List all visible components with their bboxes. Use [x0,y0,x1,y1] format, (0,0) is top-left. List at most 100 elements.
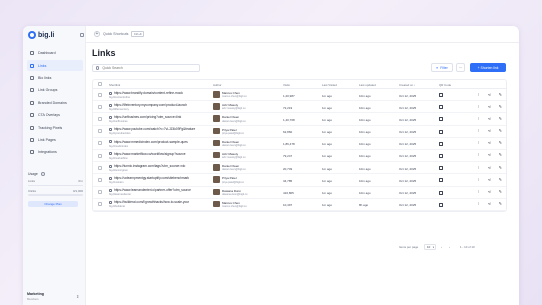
analytics-icon[interactable]: ⫶ [476,177,481,183]
edit-icon[interactable]: ✎ [498,153,503,158]
qr-code-icon[interactable] [439,153,443,158]
qr-code-icon[interactable] [439,105,443,110]
share-icon[interactable]: ⋖ [487,104,492,110]
edit-icon[interactable]: ✎ [498,202,503,207]
share-icon[interactable]: ⋖ [487,116,492,122]
short-url[interactable]: big.li/builderai [109,205,125,208]
table-row[interactable]: https://www.marketflow.co/workflow/signu… [93,150,506,163]
header-last-visited[interactable]: Last Visited [322,83,352,87]
analytics-icon[interactable]: ⫶ [476,165,481,171]
analytics-icon[interactable]: ⫶ [476,116,481,122]
sidebar-item-dashboard[interactable]: Dashboard [27,48,83,58]
short-url[interactable]: big.li/youtubevideo [109,132,131,135]
header-created[interactable]: Created at ↓ [399,83,431,87]
shortlink-cell[interactable]: https://www.marketflow.co/workflow/signu… [109,150,209,162]
shortlink-cell[interactable]: https://uxlearnpmentgy.startuptify.com/s… [109,174,209,186]
row-checkbox[interactable] [98,165,102,170]
row-checkbox[interactable] [98,153,102,158]
table-row[interactable]: https://www.youtube.com/watch?v=7vLJZ4k0… [93,126,506,138]
short-url[interactable]: big.li/unfbusines [109,120,128,123]
more-options-button[interactable]: ⋯ [456,63,465,72]
short-url[interactable]: big.li/medicindex [109,145,128,148]
workspace-switcher[interactable]: Marketing Members [27,292,44,301]
table-row[interactable]: https://lifeinventory.mycompany.com/prod… [93,101,506,114]
rows-per-page-select[interactable]: 10 [424,243,436,250]
share-icon[interactable]: ⋖ [487,165,492,171]
sidebar-item-bio-links[interactable]: Bio links [27,73,83,83]
row-checkbox[interactable] [98,190,102,195]
share-icon[interactable]: ⋖ [487,92,492,98]
short-url[interactable]: big.li/marketflow [109,157,128,160]
qr-code-icon[interactable] [439,178,443,183]
share-icon[interactable]: ⋖ [487,129,492,134]
long-url[interactable]: https://www.learnandenter.io/partner-off… [114,188,209,192]
analytics-icon[interactable]: ⫶ [476,202,481,207]
sidebar-item-cta-overlays[interactable]: CTA Overlays [27,110,83,120]
sidebar-item-link-groups[interactable]: Link Groups [27,85,83,95]
shortlink-cell[interactable]: https://unfbusines.com/pricing?utm_sourc… [109,113,209,125]
edit-icon[interactable]: ✎ [498,165,503,171]
qr-code-icon[interactable] [439,166,443,171]
qr-code-icon[interactable] [439,141,443,146]
table-row[interactable]: https://uxlearnpmentgy.startuptify.com/s… [93,174,506,187]
sidebar-collapse-icon[interactable] [80,33,84,37]
long-url[interactable]: https://uxlearnpmentgy.startuptify.com/s… [114,176,209,180]
analytics-icon[interactable]: ⫶ [476,104,481,110]
logo[interactable]: big.li [28,31,54,39]
share-icon[interactable]: ⋖ [487,141,492,146]
qr-code-icon[interactable] [439,117,443,122]
share-icon[interactable]: ⋖ [487,189,492,195]
edit-icon[interactable]: ✎ [498,116,503,122]
long-url[interactable]: https://www.youtube.com/watch?v=7vLJZ4k0… [114,127,209,131]
shorten-link-button[interactable]: + Shorten link [470,63,506,72]
header-shortlink[interactable]: Shortlink [109,83,209,87]
filter-button[interactable]: ≡ Filter [431,63,453,72]
shortlink-cell[interactable]: https://lifeinventory.mycompany.com/prod… [109,101,209,113]
long-url[interactable]: https://unfbusines.com/pricing?utm_sourc… [114,115,209,119]
prev-page-icon[interactable]: ‹ [441,245,442,249]
table-row[interactable]: https://unfbusines.com/pricing?utm_sourc… [93,113,506,126]
analytics-icon[interactable]: ⫶ [476,189,481,195]
shortlink-cell[interactable]: https://tunnic.instagram.com/tags?utm_so… [109,162,209,174]
short-url[interactable]: big.li/learnandenter [109,193,131,196]
qr-code-icon[interactable] [439,129,443,134]
long-url[interactable]: https://lifeinventory.mycompany.com/prod… [114,103,209,107]
change-plan-button[interactable]: Change Plan [28,200,78,207]
edit-icon[interactable]: ✎ [498,104,503,110]
shortlink-cell[interactable]: https://www.brandify.domain/content-refi… [109,89,209,101]
chevron-updown-icon[interactable]: ⇕ [76,294,79,299]
shortlink-cell[interactable]: https://www.youtube.com/watch?v=7vLJZ4k0… [109,126,209,138]
table-row[interactable]: https://tunnic.instagram.com/tags?utm_so… [93,162,506,175]
sidebar-item-tracking-pixels[interactable]: Tracking Pixels [27,122,83,132]
quick-shortcuts[interactable]: + Quick Shortcuts Ctrl+K [94,31,145,37]
qr-code-icon[interactable] [439,93,443,97]
sidebar-item-link-pages[interactable]: Link Pages [27,135,83,145]
table-row[interactable]: https://builderai.com/l/growthhacks/how-… [93,199,506,211]
row-checkbox[interactable] [98,202,102,207]
table-row[interactable]: https://www.brandify.domain/content-refi… [93,89,506,102]
shortlink-cell[interactable]: https://builderai.com/l/growthhacks/how-… [109,199,209,211]
qr-code-icon[interactable] [439,190,443,195]
edit-icon[interactable]: ✎ [498,177,503,183]
qr-code-icon[interactable] [439,202,443,207]
edit-icon[interactable]: ✎ [498,141,503,146]
short-url[interactable]: big.li/tunnicgram [109,169,128,172]
long-url[interactable]: https://www.brandify.domain/content-refi… [114,91,209,95]
long-url[interactable]: https://builderai.com/l/growthhacks/how-… [114,200,209,204]
sidebar-item-branded-domains[interactable]: Branded Domains [27,98,83,108]
row-checkbox[interactable] [98,177,102,182]
header-author[interactable]: Author [213,83,273,87]
select-all-checkbox[interactable] [98,82,102,86]
share-icon[interactable]: ⋖ [487,202,492,207]
analytics-icon[interactable]: ⫶ [476,153,481,158]
shortlink-cell[interactable]: https://www.mmedicindex.com/product-samp… [109,138,209,150]
share-icon[interactable]: ⋖ [487,177,492,183]
long-url[interactable]: https://tunnic.instagram.com/tags?utm_so… [114,164,209,168]
search-input[interactable] [102,66,198,70]
edit-icon[interactable]: ✎ [498,92,503,98]
info-icon[interactable] [40,172,45,176]
search-box[interactable] [92,64,200,72]
edit-icon[interactable]: ✎ [498,129,503,134]
sidebar-item-links[interactable]: Links [27,60,83,71]
edit-icon[interactable]: ✎ [498,189,503,195]
